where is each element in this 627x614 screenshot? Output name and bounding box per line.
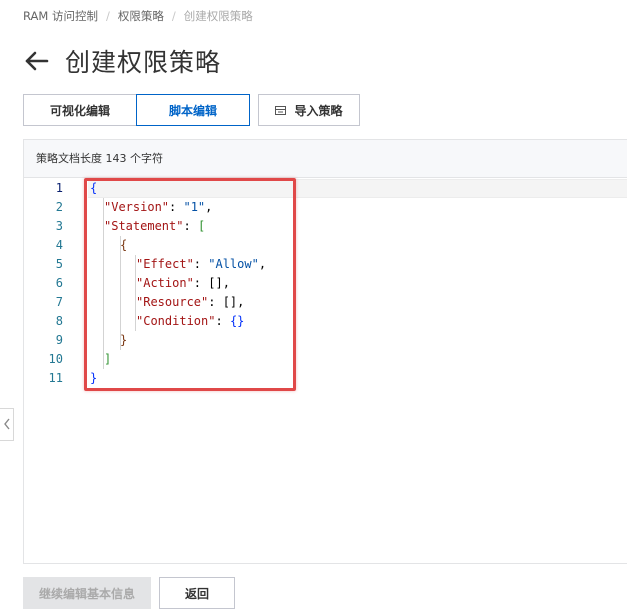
code-token: , xyxy=(258,257,267,271)
breadcrumb-policies[interactable]: 权限策略 xyxy=(118,9,164,23)
line-number: 4 xyxy=(55,238,63,252)
code-line: "Condition": {} xyxy=(136,312,244,331)
code-line: ] xyxy=(104,350,111,369)
code-line: "Statement": [ xyxy=(104,217,205,236)
breadcrumb-separator: / xyxy=(171,9,176,23)
code-token: : xyxy=(193,257,209,271)
code-line: "Effect": "Allow", xyxy=(136,255,266,274)
code-token: {} xyxy=(229,314,245,328)
line-number: 6 xyxy=(55,276,63,290)
line-number: 10 xyxy=(48,352,63,366)
code-token: : [], xyxy=(208,295,245,309)
code-token: "1" xyxy=(183,200,206,214)
import-policy-button[interactable]: 导入策略 xyxy=(258,94,360,126)
code-line: "Version": "1", xyxy=(104,198,212,217)
sidebar-collapse-handle[interactable] xyxy=(0,408,14,441)
code-token: } xyxy=(90,371,98,385)
code-token: , xyxy=(205,200,213,214)
breadcrumb: RAM 访问控制 / 权限策略 / 创建权限策略 xyxy=(23,8,253,24)
line-number: 8 xyxy=(55,314,63,328)
breadcrumb-ram[interactable]: RAM 访问控制 xyxy=(23,9,98,23)
line-number: 2 xyxy=(55,200,63,214)
line-number: 3 xyxy=(55,219,63,233)
code-token: : xyxy=(183,219,198,233)
code-token: "Version" xyxy=(104,200,170,214)
code-token: "Action" xyxy=(136,276,194,290)
active-line-highlight xyxy=(88,179,627,198)
breadcrumb-separator: / xyxy=(105,9,110,23)
line-number: 5 xyxy=(55,257,63,271)
code-line: } xyxy=(120,331,127,350)
line-number: 7 xyxy=(55,295,63,309)
tab-script-editor[interactable]: 脚本编辑 xyxy=(136,94,250,126)
arrow-left-icon[interactable] xyxy=(23,47,51,75)
code-token: : xyxy=(215,314,230,328)
chevron-left-icon xyxy=(3,415,11,434)
code-line: { xyxy=(120,236,127,255)
line-number: 1 xyxy=(55,181,63,195)
code-line: { xyxy=(90,179,97,198)
continue-edit-basic-info-button[interactable]: 继续编辑基本信息 xyxy=(23,577,151,609)
import-icon xyxy=(275,105,287,116)
code-token: "Effect" xyxy=(136,257,194,271)
code-token: "Statement" xyxy=(104,219,184,233)
code-token: "Resource" xyxy=(136,295,209,309)
code-token: [ xyxy=(197,219,206,233)
code-token: { xyxy=(90,181,98,195)
back-button[interactable]: 返回 xyxy=(159,577,235,609)
tab-visual-editor[interactable]: 可视化编辑 xyxy=(23,94,137,126)
code-token: : xyxy=(169,200,184,214)
code-token: "Condition" xyxy=(136,314,216,328)
code-token: "Allow" xyxy=(208,257,259,271)
line-number: 9 xyxy=(55,333,63,347)
code-token: } xyxy=(120,333,128,347)
code-token: { xyxy=(120,238,128,252)
title-row: 创建权限策略 xyxy=(23,44,221,78)
page-title: 创建权限策略 xyxy=(65,48,222,77)
code-token: ] xyxy=(104,352,112,366)
code-line: "Resource": [], xyxy=(136,293,244,312)
line-number: 11 xyxy=(48,371,63,385)
breadcrumb-current: 创建权限策略 xyxy=(183,9,253,23)
import-policy-label: 导入策略 xyxy=(294,103,343,118)
code-token: : [], xyxy=(193,276,230,290)
code-editor[interactable]: 1 2 3 4 5 6 7 8 9 10 11 { "Version": "1"… xyxy=(24,179,627,563)
code-line: } xyxy=(90,369,97,388)
doc-length-info: 策略文档长度 143 个字符 xyxy=(24,140,627,178)
policy-editor-panel: 策略文档长度 143 个字符 1 2 3 4 5 6 7 8 9 10 11 {… xyxy=(23,139,627,564)
code-line: "Action": [], xyxy=(136,274,230,293)
